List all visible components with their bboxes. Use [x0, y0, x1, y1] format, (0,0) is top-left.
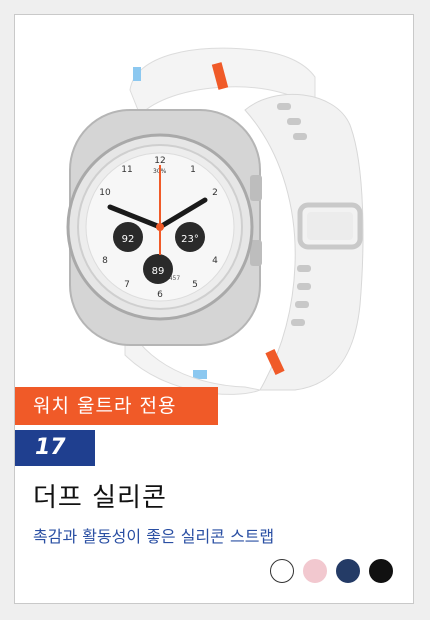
dial-hour-12: 12 [154, 156, 165, 166]
dial-hour-6: 6 [157, 290, 163, 300]
watch-product-image: 12 1 2 4 5 6 7 8 10 11 30% 3,457 92 23° … [66, 47, 364, 395]
dial-hour-7: 7 [124, 280, 130, 290]
dial-hour-1: 1 [190, 165, 196, 175]
compatibility-tag-label: 워치 울트라 전용 [33, 395, 177, 417]
dial-hour-2: 2 [212, 188, 218, 198]
swatch-black[interactable] [369, 559, 393, 583]
color-swatches [270, 559, 393, 583]
bottom-subdial-value: 89 [152, 266, 165, 277]
right-subdial-value: 23° [181, 234, 199, 245]
left-subdial-value: 92 [122, 234, 135, 245]
compatibility-tag: 워치 울트라 전용 [15, 387, 218, 425]
product-title[interactable]: 더프 실리콘 [33, 477, 167, 514]
swatch-navy[interactable] [336, 559, 360, 583]
product-subtitle: 촉감과 활동성이 좋은 실리콘 스트랩 [33, 527, 275, 546]
product-card[interactable]: 12 1 2 4 5 6 7 8 10 11 30% 3,457 92 23° … [14, 14, 414, 604]
dial-hour-4: 4 [212, 256, 218, 266]
rank-number: 17 [35, 435, 66, 460]
dial-hour-11: 11 [121, 165, 132, 175]
swatch-white[interactable] [270, 559, 294, 583]
dial-hour-8: 8 [102, 256, 108, 266]
dial-hour-10: 10 [99, 188, 111, 198]
swatch-pink[interactable] [303, 559, 327, 583]
dial-hour-5: 5 [192, 280, 198, 290]
rank-badge: 17 [15, 430, 95, 466]
